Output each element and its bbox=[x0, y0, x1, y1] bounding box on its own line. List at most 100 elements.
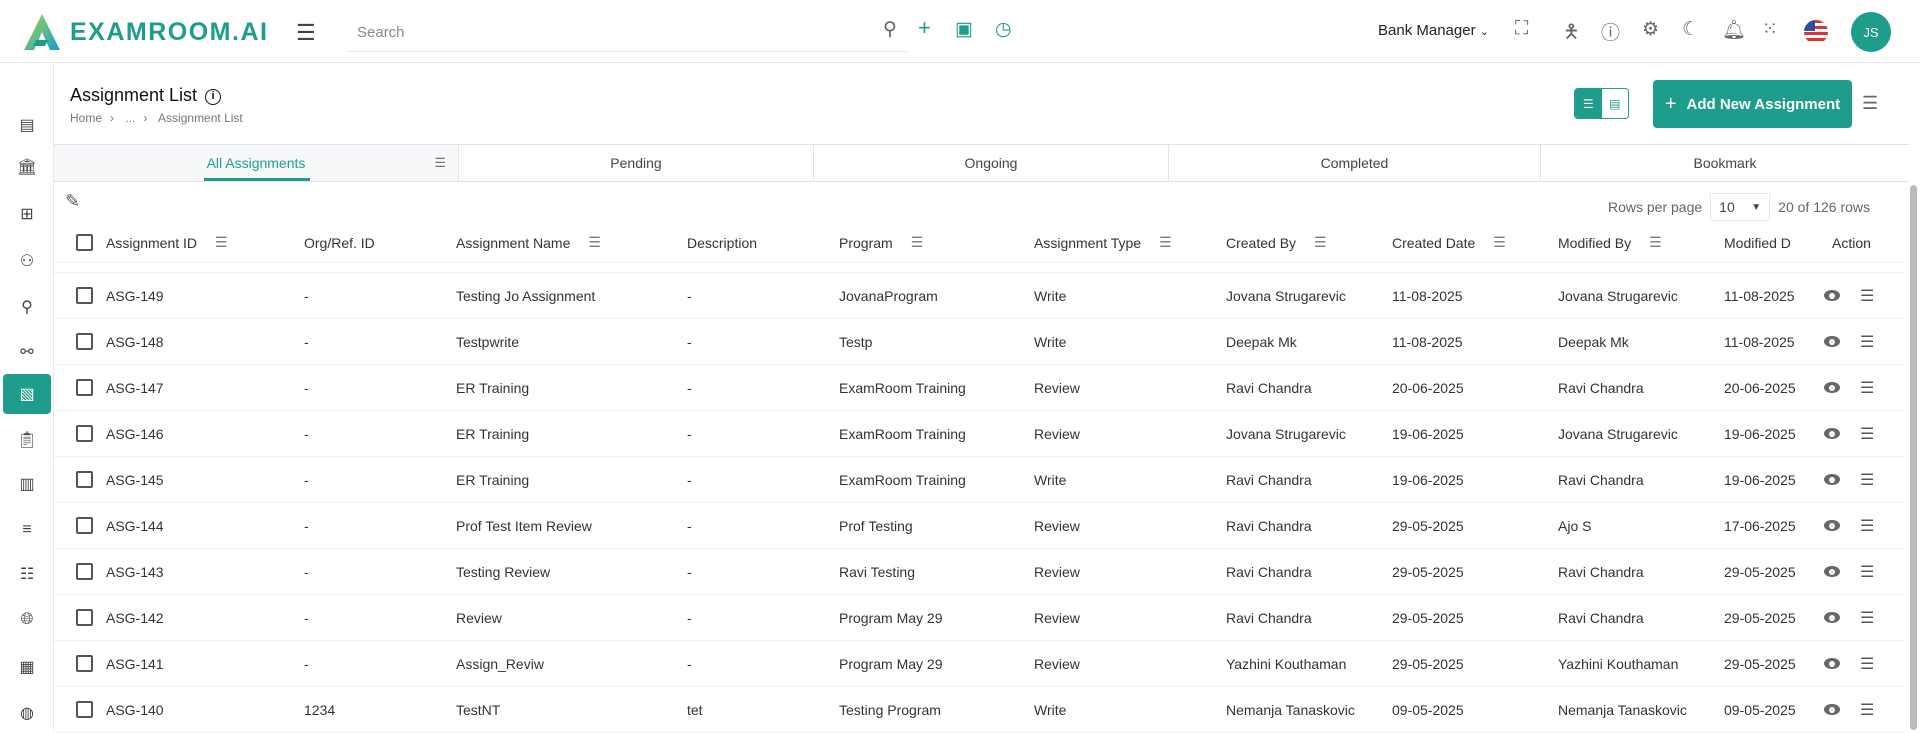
hierarchy-icon[interactable]: ⚯ bbox=[3, 332, 51, 372]
eye-icon[interactable] bbox=[1824, 704, 1840, 715]
apps-grid-icon[interactable]: ⁙ bbox=[1762, 18, 1778, 41]
tab-completed[interactable]: Completed bbox=[1169, 145, 1541, 181]
list-doc-icon[interactable]: ☷ bbox=[3, 554, 51, 594]
list-collapse-icon[interactable]: ≡ bbox=[3, 510, 51, 550]
add-library-icon[interactable]: ⊞ bbox=[3, 194, 51, 234]
column-header[interactable]: Org/Ref. ID bbox=[304, 223, 444, 262]
table-row[interactable]: ASG-145 - ER Training - ExamRoom Training Wri… bbox=[54, 457, 1904, 503]
card-view-button[interactable]: ▤ bbox=[1602, 89, 1629, 118]
filter-icon[interactable]: ☰ bbox=[911, 234, 924, 251]
list-icon[interactable]: ☰ bbox=[434, 155, 446, 171]
table-row[interactable]: ASG-148 - Testpwrite - Testp Write Deepak Mk 11… bbox=[54, 319, 1904, 365]
filter-icon[interactable]: ☰ bbox=[1493, 234, 1506, 251]
breadcrumb-home[interactable]: Home bbox=[70, 111, 102, 125]
presenter-icon[interactable]: ▦ bbox=[3, 647, 51, 687]
row-checkbox[interactable] bbox=[76, 425, 93, 442]
add-new-assignment-button[interactable]: + Add New Assignment bbox=[1653, 80, 1852, 128]
history-icon[interactable]: ◷ bbox=[995, 18, 1012, 41]
assignment-icon[interactable]: ▧ bbox=[3, 374, 51, 414]
table-row[interactable]: ASG-147 - ER Training - ExamRoom Training Rev… bbox=[54, 365, 1904, 411]
eye-icon[interactable] bbox=[1824, 336, 1840, 347]
row-checkbox[interactable] bbox=[76, 333, 93, 350]
eye-icon[interactable] bbox=[1824, 382, 1840, 393]
tab-all-assignments[interactable]: All Assignments ☰ bbox=[54, 145, 459, 181]
row-checkbox[interactable] bbox=[76, 701, 93, 718]
row-checkbox[interactable] bbox=[76, 379, 93, 396]
column-header[interactable]: Assignment Name ☰ bbox=[456, 223, 716, 262]
save-icon[interactable]: ▣ bbox=[955, 18, 973, 41]
list-icon[interactable]: ☰ bbox=[1860, 332, 1874, 352]
list-icon[interactable]: ☰ bbox=[1860, 608, 1874, 628]
plus-icon[interactable]: + bbox=[918, 15, 931, 41]
search-input[interactable]: Search bbox=[347, 14, 907, 52]
dashboard-icon[interactable]: ▤ bbox=[3, 105, 51, 145]
list-icon[interactable]: ☰ bbox=[1860, 378, 1874, 398]
eye-icon[interactable] bbox=[1824, 520, 1840, 531]
help-icon[interactable]: ⓘ bbox=[1601, 18, 1620, 45]
eye-icon[interactable] bbox=[1824, 428, 1840, 439]
us-flag-icon[interactable] bbox=[1804, 20, 1828, 44]
filter-icon[interactable]: ☰ bbox=[1649, 234, 1662, 251]
row-checkbox[interactable] bbox=[76, 609, 93, 626]
edit-icon[interactable]: ✎ bbox=[65, 191, 80, 212]
column-header[interactable]: Description bbox=[687, 223, 827, 262]
table-row[interactable]: ASG-146 - ER Training - ExamRoom Training Rev… bbox=[54, 411, 1904, 457]
eye-icon[interactable] bbox=[1824, 474, 1840, 485]
list-view-button[interactable]: ☰ bbox=[1575, 89, 1602, 118]
tab-ongoing[interactable]: Ongoing bbox=[814, 145, 1169, 181]
row-checkbox[interactable] bbox=[76, 655, 93, 672]
rows-per-page-select[interactable]: 10 ▼ bbox=[1710, 193, 1771, 221]
list-icon[interactable]: ☰ bbox=[1860, 700, 1874, 720]
accessibility-icon[interactable]: 🯅 bbox=[1563, 18, 1580, 50]
menu-icon[interactable]: ☰ bbox=[296, 20, 316, 46]
table-row[interactable]: ASG-142 - Review - Program May 29 Review Ravi … bbox=[54, 595, 1904, 641]
eye-icon[interactable] bbox=[1824, 612, 1840, 623]
logo[interactable]: EXAMROOM.AI bbox=[22, 12, 268, 52]
list-icon[interactable]: ☰ bbox=[1860, 424, 1874, 444]
eye-icon[interactable] bbox=[1824, 566, 1840, 577]
filter-icon[interactable]: ☰ bbox=[588, 234, 601, 251]
globe-icon[interactable]: ◍ bbox=[3, 693, 51, 733]
column-header[interactable]: Assignment ID ☰ bbox=[106, 223, 286, 262]
eye-icon[interactable] bbox=[1824, 290, 1840, 301]
list-icon[interactable]: ☰ bbox=[1860, 470, 1874, 490]
list-icon[interactable]: ☰ bbox=[1860, 562, 1874, 582]
info-icon[interactable]: i bbox=[205, 89, 222, 105]
avatar[interactable]: JS bbox=[1851, 12, 1891, 52]
scrollbar[interactable] bbox=[1910, 185, 1917, 730]
table-row[interactable]: ASG-141 - Assign_Reviw - Program May 29 Revie… bbox=[54, 641, 1904, 687]
search-icon[interactable]: ⚲ bbox=[883, 18, 897, 41]
row-checkbox[interactable] bbox=[76, 471, 93, 488]
filter-icon[interactable]: ☰ bbox=[1314, 234, 1327, 251]
breadcrumb-ellipsis[interactable]: ... bbox=[125, 111, 135, 125]
column-header[interactable]: Action bbox=[1832, 223, 1912, 262]
column-header[interactable]: Modified D bbox=[1724, 223, 1796, 262]
bank-icon[interactable]: 🏛︎ bbox=[3, 147, 51, 187]
row-checkbox[interactable] bbox=[76, 517, 93, 534]
bell-icon[interactable]: 🔔︎ bbox=[1722, 18, 1746, 42]
eye-icon[interactable] bbox=[1824, 658, 1840, 669]
fullscreen-icon[interactable]: ⛶ bbox=[1515, 18, 1528, 40]
moon-icon[interactable]: ☾ bbox=[1682, 18, 1699, 41]
column-header[interactable]: Assignment Type ☰ bbox=[1034, 223, 1254, 262]
select-all-checkbox[interactable] bbox=[76, 234, 93, 251]
report-chart-icon[interactable]: ▥ bbox=[3, 464, 51, 504]
tab-pending[interactable]: Pending bbox=[459, 145, 814, 181]
role-dropdown[interactable]: Bank Manager ⌄ bbox=[1378, 22, 1489, 39]
filter-icon[interactable]: ☰ bbox=[1159, 234, 1172, 251]
gear-icon[interactable]: ⚙ bbox=[1642, 18, 1659, 41]
list-icon[interactable]: ☰ bbox=[1860, 516, 1874, 536]
table-row[interactable]: ASG-144 - Prof Test Item Review - Prof Testi… bbox=[54, 503, 1904, 549]
row-checkbox[interactable] bbox=[76, 287, 93, 304]
filter-icon[interactable]: ☰ bbox=[215, 234, 228, 251]
globe-settings-icon[interactable]: 🌐︎ bbox=[3, 600, 51, 640]
list-icon[interactable]: ☰ bbox=[1860, 654, 1874, 674]
table-row[interactable]: ASG-140 1234 TestNT tet Testing Program Write… bbox=[54, 687, 1904, 733]
user-settings-icon[interactable]: ⚇ bbox=[3, 241, 51, 281]
tab-bookmark[interactable]: Bookmark bbox=[1541, 145, 1909, 181]
table-row[interactable]: ASG-149 - Testing Jo Assignment - JovanaProg… bbox=[54, 273, 1904, 319]
clipboard-check-icon[interactable]: 📋︎ bbox=[3, 420, 51, 460]
list-icon[interactable]: ☰ bbox=[1860, 286, 1874, 306]
user-icon[interactable]: ⚲ bbox=[3, 287, 51, 327]
table-row[interactable]: ASG-143 - Testing Review - Ravi Testing Revie… bbox=[54, 549, 1904, 595]
